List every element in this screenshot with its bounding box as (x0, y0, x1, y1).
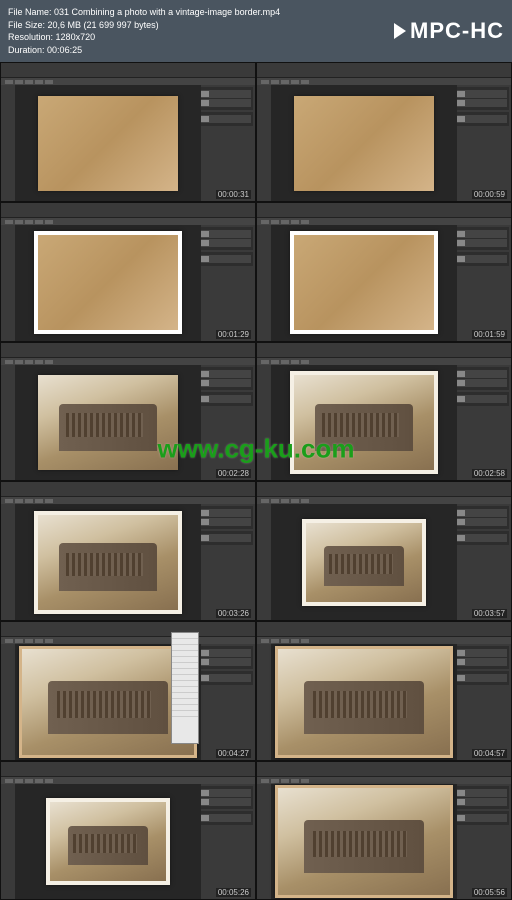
photoshop-ui (257, 482, 511, 620)
timestamp: 00:01:59 (472, 330, 507, 339)
canvas-image (290, 231, 438, 334)
play-icon (394, 23, 406, 39)
canvas-image (275, 785, 452, 897)
canvas-image (290, 371, 438, 474)
photoshop-ui (257, 343, 511, 481)
canvas-image (19, 646, 196, 758)
timestamp: 00:03:26 (216, 609, 251, 618)
timestamp: 00:05:56 (472, 888, 507, 897)
thumbnail-cell[interactable]: 00:04:27 (0, 621, 256, 761)
thumbnail-cell[interactable]: 00:05:56 (256, 761, 512, 900)
canvas-image (302, 519, 425, 606)
timestamp: 00:01:29 (216, 330, 251, 339)
resolution: 1280x720 (56, 32, 96, 42)
thumbnail-cell[interactable]: 00:01:29 (0, 202, 256, 342)
photoshop-ui (257, 762, 511, 900)
canvas-image (34, 511, 182, 614)
photoshop-ui (257, 622, 511, 760)
timestamp: 00:04:27 (216, 749, 251, 758)
thumbnail-cell[interactable]: 00:02:28 (0, 342, 256, 482)
resolution-label: Resolution: (8, 32, 53, 42)
photoshop-ui (1, 762, 255, 900)
dropdown-menu[interactable] (171, 632, 199, 744)
photoshop-ui (1, 203, 255, 341)
timestamp: 00:04:57 (472, 749, 507, 758)
photoshop-ui (1, 622, 255, 760)
thumbnail-cell[interactable]: 00:03:57 (256, 481, 512, 621)
canvas-image (34, 231, 182, 334)
timestamp: 00:05:26 (216, 888, 251, 897)
photoshop-ui (1, 482, 255, 620)
thumbnail-cell[interactable]: 00:00:59 (256, 62, 512, 202)
ps-titlebar (1, 63, 255, 78)
duration: 00:06:25 (47, 45, 82, 55)
logo-text: MPC-HC (410, 18, 504, 44)
thumbnail-cell[interactable]: 00:04:57 (256, 621, 512, 761)
canvas-image (294, 96, 434, 191)
thumbnail-grid: 00:00:31 00:00:59 00:01:29 00:01:59 (0, 62, 512, 900)
canvas-image (38, 96, 178, 191)
file-size: 20,6 MB (21 699 997 bytes) (48, 20, 159, 30)
file-name-label: File Name: (8, 7, 52, 17)
canvas-image (46, 798, 169, 885)
thumbnail-cell[interactable]: 00:03:26 (0, 481, 256, 621)
timestamp: 00:00:59 (472, 190, 507, 199)
photoshop-ui (1, 343, 255, 481)
ps-panels (196, 85, 255, 201)
header: File Name: 031 Combining a photo with a … (0, 0, 512, 62)
file-size-label: File Size: (8, 20, 45, 30)
thumbnail-cell[interactable]: 00:05:26 (0, 761, 256, 900)
canvas-image (275, 646, 452, 758)
thumbnail-cell[interactable]: 00:02:58 (256, 342, 512, 482)
timestamp: 00:02:58 (472, 469, 507, 478)
canvas-image (38, 375, 178, 470)
ps-toolbar (1, 85, 16, 201)
duration-label: Duration: (8, 45, 45, 55)
photoshop-ui (257, 63, 511, 201)
file-name: 031 Combining a photo with a vintage-ima… (54, 7, 280, 17)
photoshop-ui (257, 203, 511, 341)
thumbnail-cell[interactable]: 00:01:59 (256, 202, 512, 342)
photoshop-ui (1, 63, 255, 201)
thumbnail-cell[interactable]: 00:00:31 (0, 62, 256, 202)
timestamp: 00:03:57 (472, 609, 507, 618)
timestamp: 00:02:28 (216, 469, 251, 478)
timestamp: 00:00:31 (216, 190, 251, 199)
app-logo: MPC-HC (394, 18, 504, 44)
file-info: File Name: 031 Combining a photo with a … (8, 6, 280, 56)
ps-canvas (15, 85, 201, 201)
